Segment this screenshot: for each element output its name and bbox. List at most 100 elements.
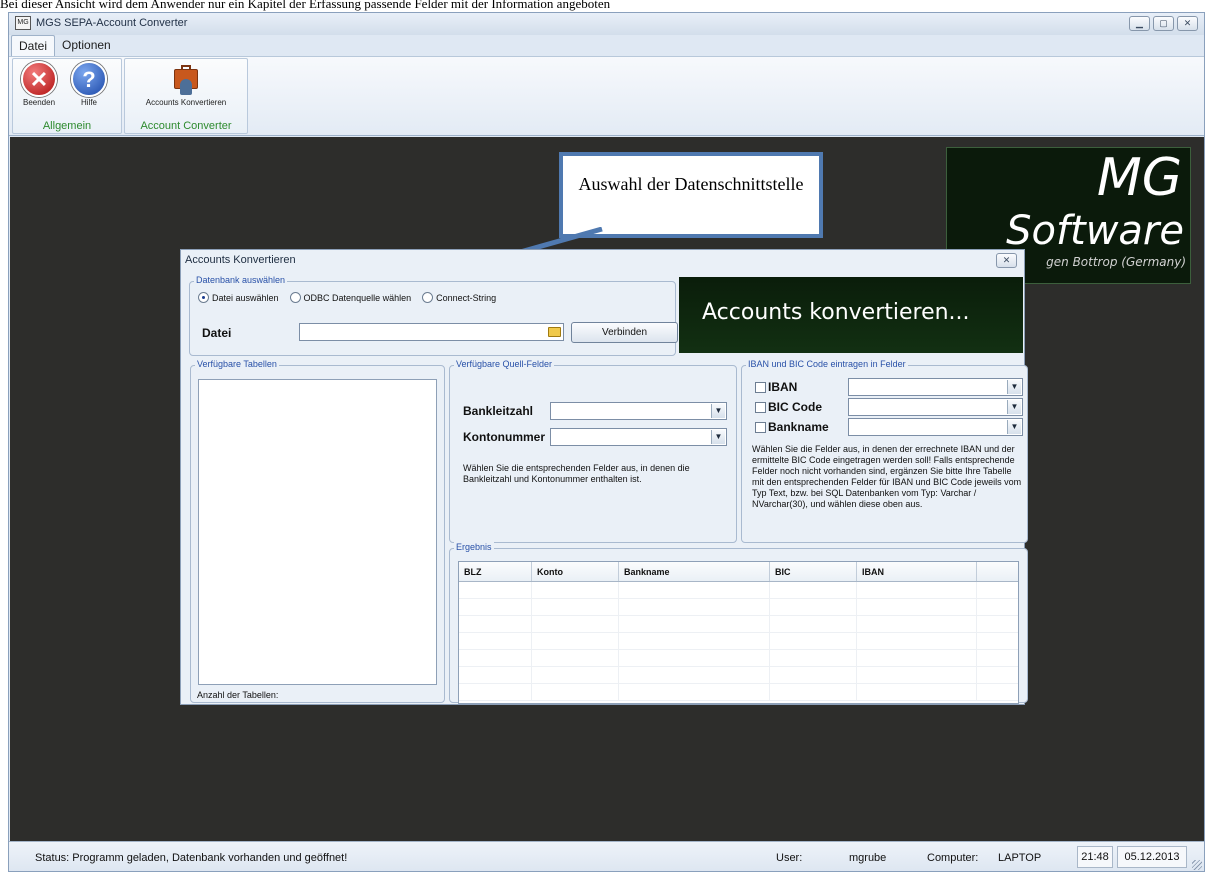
- chevron-down-icon[interactable]: ▼: [711, 430, 725, 444]
- convert-banner: Accounts konvertieren...: [679, 277, 1023, 353]
- ribbon-group-label: Allgemein: [42, 120, 92, 132]
- iban-select[interactable]: ▼: [848, 378, 1023, 396]
- close-window-button[interactable]: ✕: [1177, 16, 1198, 31]
- maximize-button[interactable]: ▢: [1153, 16, 1174, 31]
- iban-label: IBAN: [768, 380, 798, 394]
- result-group: Ergebnis BLZ Konto Bankname BIC IBAN: [449, 542, 1028, 704]
- source-hint: Wählen Sie die entsprechenden Felder aus…: [463, 463, 690, 484]
- target-group-title: IBAN und BIC Code eintragen in Felder: [746, 359, 908, 369]
- resize-grip[interactable]: [1192, 860, 1202, 870]
- status-text: Status: Programm geladen, Datenbank vorh…: [35, 852, 348, 864]
- col-extra[interactable]: [977, 562, 1018, 581]
- chevron-down-icon[interactable]: ▼: [1007, 400, 1021, 414]
- hilfe-button[interactable]: ? Hilfe: [69, 61, 109, 107]
- col-konto[interactable]: Konto: [532, 562, 619, 581]
- option-datei[interactable]: Datei auswählen: [198, 292, 279, 303]
- col-blz[interactable]: BLZ: [459, 562, 532, 581]
- chevron-down-icon[interactable]: ▼: [711, 404, 725, 418]
- close-icon: ✕: [21, 61, 57, 97]
- radio-connect-string[interactable]: [422, 292, 434, 303]
- minimize-button[interactable]: ▁: [1129, 16, 1150, 31]
- target-hint: Wählen Sie die Felder aus, in denen der …: [752, 444, 1022, 509]
- account-select[interactable]: ▼: [550, 428, 727, 446]
- bic-checkbox[interactable]: [755, 402, 766, 413]
- option-connect-label: Connect-String: [436, 292, 497, 303]
- verbinden-button[interactable]: Verbinden: [571, 322, 678, 343]
- col-bic[interactable]: BIC: [770, 562, 857, 581]
- bankname-label: Bankname: [768, 420, 829, 434]
- radio-odbc[interactable]: [289, 292, 301, 303]
- table-row[interactable]: [459, 582, 1018, 599]
- beenden-button[interactable]: ✕ Beenden: [20, 61, 58, 107]
- source-fields-group: Verfügbare Quell-Felder Bankleitzahl ▼ K…: [449, 359, 737, 543]
- callout-box: Auswahl der Datenschnittstelle: [559, 152, 823, 238]
- table-row[interactable]: [459, 616, 1018, 633]
- ribbon-group-label: Account Converter: [140, 120, 232, 132]
- accounts-dialog: Accounts Konvertieren ✕ Datenbank auswäh…: [180, 249, 1028, 705]
- computer-value: LAPTOP: [998, 852, 1042, 864]
- tab-datei[interactable]: Datei: [11, 35, 56, 57]
- table-row[interactable]: [459, 684, 1018, 701]
- user-label: User:: [776, 852, 803, 864]
- help-icon: ?: [71, 61, 107, 97]
- beenden-label: Beenden: [22, 98, 56, 107]
- app-window: MG MGS SEPA-Account Converter ▁ ▢ ✕ Date…: [8, 12, 1205, 872]
- computer-label: Computer:: [927, 852, 979, 864]
- tables-group: Verfügbare Tabellen Anzahl der Tabellen:: [190, 359, 445, 703]
- db-select-group: Datenbank auswählen Datei auswählen ODBC…: [189, 275, 678, 356]
- accounts-konvertieren-button[interactable]: Accounts Konvertieren: [129, 61, 243, 107]
- ribbon-group-allgemein: ✕ Beenden ? Hilfe Allgemein: [12, 58, 122, 134]
- bank-code-select[interactable]: ▼: [550, 402, 727, 420]
- bank-code-label: Bankleitzahl: [463, 404, 534, 418]
- col-iban[interactable]: IBAN: [857, 562, 977, 581]
- hilfe-label: Hilfe: [80, 98, 97, 107]
- logo-mg: MG: [1096, 148, 1182, 208]
- menu-tabs: Datei Optionen: [11, 35, 118, 57]
- account-label: Kontonummer: [463, 430, 545, 444]
- table-count-label: Anzahl der Tabellen:: [197, 690, 279, 700]
- tables-list[interactable]: [198, 379, 437, 685]
- table-row[interactable]: [459, 633, 1018, 650]
- file-path-input[interactable]: [299, 323, 564, 341]
- table-row[interactable]: [459, 599, 1018, 616]
- dialog-title: Accounts Konvertieren: [185, 254, 296, 266]
- option-connect-string[interactable]: Connect-String: [422, 292, 496, 303]
- grid-header: BLZ Konto Bankname BIC IBAN: [459, 562, 1018, 582]
- app-icon: MG: [15, 16, 31, 30]
- ribbon-group-account-converter: Accounts Konvertieren Account Converter: [124, 58, 248, 134]
- chevron-down-icon[interactable]: ▼: [1007, 380, 1021, 394]
- window-title: MGS SEPA-Account Converter: [36, 17, 188, 29]
- col-bankname[interactable]: Bankname: [619, 562, 770, 581]
- option-datei-label: Datei auswählen: [212, 292, 279, 303]
- option-odbc-label: ODBC Datenquelle wählen: [303, 292, 412, 303]
- logo-software: Software: [1006, 208, 1184, 254]
- source-group-title: Verfügbare Quell-Felder: [454, 359, 555, 369]
- file-label: Datei: [202, 326, 232, 340]
- logo-subline: gen Bottrop (Germany): [1046, 255, 1186, 269]
- status-bar: Status: Programm geladen, Datenbank vorh…: [9, 841, 1204, 871]
- title-bar: MG MGS SEPA-Account Converter ▁ ▢ ✕: [9, 13, 1204, 35]
- option-odbc[interactable]: ODBC Datenquelle wählen: [289, 292, 412, 303]
- result-grid[interactable]: BLZ Konto Bankname BIC IBAN: [458, 561, 1019, 704]
- briefcase-user-icon: [172, 61, 200, 97]
- accounts-konvertieren-label: Accounts Konvertieren: [145, 98, 227, 107]
- radio-datei[interactable]: [198, 292, 209, 303]
- result-group-title: Ergebnis: [454, 542, 494, 552]
- db-source-options: Datei auswählen ODBC Datenquelle wählen …: [198, 292, 507, 303]
- tables-group-title: Verfügbare Tabellen: [195, 359, 279, 369]
- folder-icon[interactable]: [548, 327, 561, 337]
- iban-checkbox[interactable]: [755, 382, 766, 393]
- ribbon: ✕ Beenden ? Hilfe Allgemein Accounts Kon…: [9, 56, 1204, 136]
- table-row[interactable]: [459, 667, 1018, 684]
- bic-select[interactable]: ▼: [848, 398, 1023, 416]
- table-row[interactable]: [459, 650, 1018, 667]
- chevron-down-icon[interactable]: ▼: [1007, 420, 1021, 434]
- bankname-select[interactable]: ▼: [848, 418, 1023, 436]
- dialog-close-button[interactable]: ✕: [996, 253, 1017, 268]
- bic-label: BIC Code: [768, 400, 822, 414]
- date-display: 05.12.2013: [1117, 846, 1187, 868]
- bankname-checkbox[interactable]: [755, 422, 766, 433]
- window-controls: ▁ ▢ ✕: [1129, 16, 1198, 31]
- tab-optionen[interactable]: Optionen: [55, 35, 118, 57]
- target-fields-group: IBAN und BIC Code eintragen in Felder IB…: [741, 359, 1028, 543]
